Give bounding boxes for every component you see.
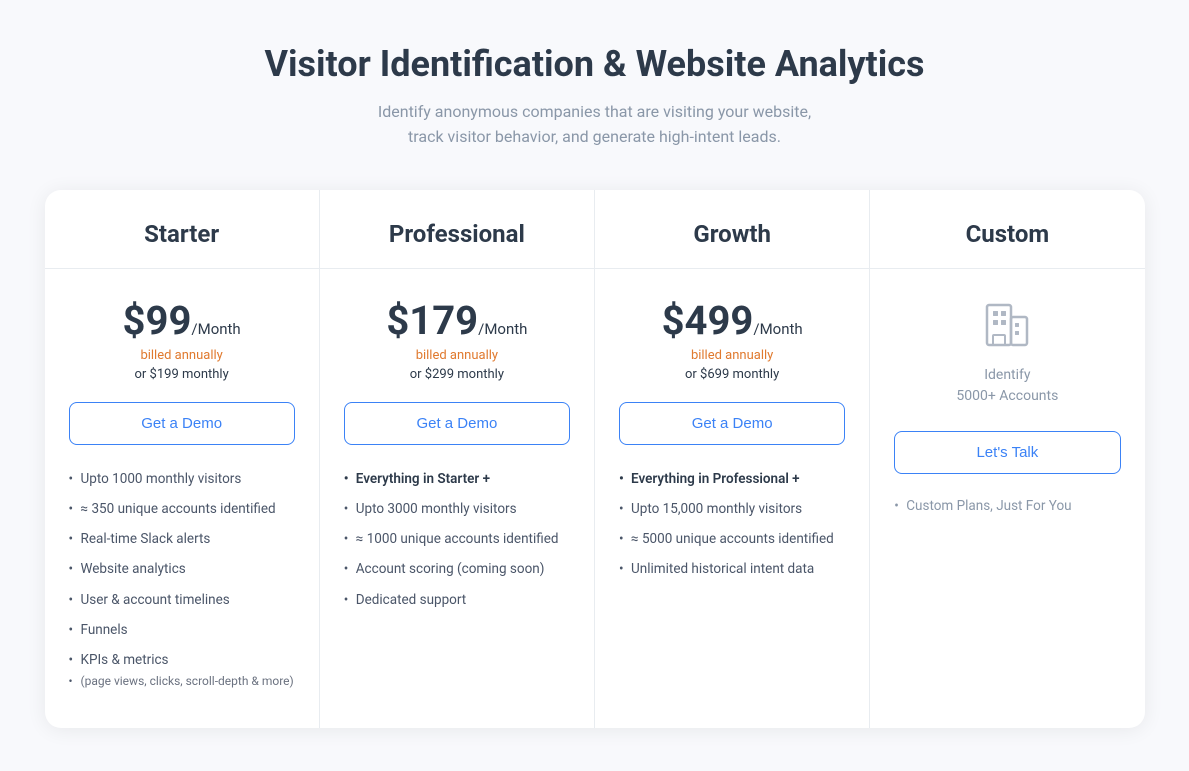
features-list-growth: Everything in Professional + Upto 15,000 …	[619, 469, 845, 701]
list-item: KPIs & metrics	[69, 650, 295, 670]
list-item: Everything in Professional +	[619, 469, 845, 489]
plan-header-custom: Custom	[870, 190, 1144, 269]
plan-body-professional: $179/Month billed annually or $299 monthly…	[320, 269, 594, 729]
price-main-growth: $499	[662, 297, 754, 344]
list-item: Real-time Slack alerts	[69, 529, 295, 549]
page-wrapper: Visitor Identification & Website Analyti…	[45, 43, 1145, 729]
plan-name-growth: Growth	[619, 220, 845, 248]
list-item: Funnels	[69, 620, 295, 640]
list-item: Everything in Starter +	[344, 469, 570, 489]
list-item: Website analytics	[69, 559, 295, 579]
plan-header-growth: Growth	[595, 190, 869, 269]
list-item: Custom Plans, Just For You	[894, 498, 1120, 514]
custom-icon-label: Identify5000+ Accounts	[894, 365, 1120, 407]
plan-header-professional: Professional	[320, 190, 594, 269]
plan-name-professional: Professional	[344, 220, 570, 248]
features-list-starter: Upto 1000 monthly visitors ≈ 350 unique a…	[69, 469, 295, 701]
cta-button-growth[interactable]: Get a Demo	[619, 402, 845, 445]
list-item: ≈ 1000 unique accounts identified	[344, 529, 570, 549]
page-title: Visitor Identification & Website Analyti…	[45, 43, 1145, 85]
list-item: (page views, clicks, scroll-depth & more…	[69, 672, 295, 690]
list-item: User & account timelines	[69, 590, 295, 610]
list-item: Upto 3000 monthly visitors	[344, 499, 570, 519]
plan-col-starter: Starter $99/Month billed annually or $199 m…	[45, 190, 320, 729]
list-item: ≈ 350 unique accounts identified	[69, 499, 295, 519]
price-block-starter: $99/Month billed annually or $199 monthly	[69, 297, 295, 382]
page-header: Visitor Identification & Website Analyti…	[45, 43, 1145, 150]
plan-header-starter: Starter	[45, 190, 319, 269]
list-item: Upto 1000 monthly visitors	[69, 469, 295, 489]
cta-button-starter[interactable]: Get a Demo	[69, 402, 295, 445]
price-period-growth: /Month	[753, 320, 802, 338]
plans-container: Starter $99/Month billed annually or $199 m…	[45, 190, 1145, 729]
building-svg	[979, 297, 1035, 353]
price-monthly-professional: or $299 monthly	[344, 367, 570, 382]
list-item: Upto 15,000 monthly visitors	[619, 499, 845, 519]
list-item: Account scoring (coming soon)	[344, 559, 570, 579]
features-list-professional: Everything in Starter + Upto 3000 monthly…	[344, 469, 570, 701]
plan-col-custom: Custom Identify5000+ Accounts Let's Talk C…	[870, 190, 1144, 729]
custom-icon	[894, 297, 1120, 357]
price-period-professional: /Month	[478, 320, 527, 338]
price-monthly-starter: or $199 monthly	[69, 367, 295, 382]
plan-body-custom: Identify5000+ Accounts Let's Talk Custom P…	[870, 269, 1144, 729]
price-billed-starter: billed annually	[69, 348, 295, 363]
price-monthly-growth: or $699 monthly	[619, 367, 845, 382]
price-main-professional: $179	[386, 297, 478, 344]
price-billed-growth: billed annually	[619, 348, 845, 363]
list-item: Unlimited historical intent data	[619, 559, 845, 579]
cta-button-custom[interactable]: Let's Talk	[894, 431, 1120, 474]
price-billed-professional: billed annually	[344, 348, 570, 363]
list-item: ≈ 5000 unique accounts identified	[619, 529, 845, 549]
plan-col-growth: Growth $499/Month billed annually or $699 m…	[595, 190, 870, 729]
price-block-growth: $499/Month billed annually or $699 monthly	[619, 297, 845, 382]
plan-name-starter: Starter	[69, 220, 295, 248]
page-subtitle: Identify anonymous companies that are vi…	[45, 99, 1145, 150]
plan-body-growth: $499/Month billed annually or $699 monthly…	[595, 269, 869, 729]
cta-button-professional[interactable]: Get a Demo	[344, 402, 570, 445]
price-period-starter: /Month	[191, 320, 240, 338]
price-main-starter: $99	[123, 297, 192, 344]
price-block-professional: $179/Month billed annually or $299 monthly	[344, 297, 570, 382]
list-item: Dedicated support	[344, 590, 570, 610]
plan-body-starter: $99/Month billed annually or $199 monthly G…	[45, 269, 319, 729]
plan-name-custom: Custom	[894, 220, 1120, 248]
features-list-custom: Custom Plans, Just For You	[894, 498, 1120, 514]
plan-col-professional: Professional $179/Month billed annually or …	[320, 190, 595, 729]
